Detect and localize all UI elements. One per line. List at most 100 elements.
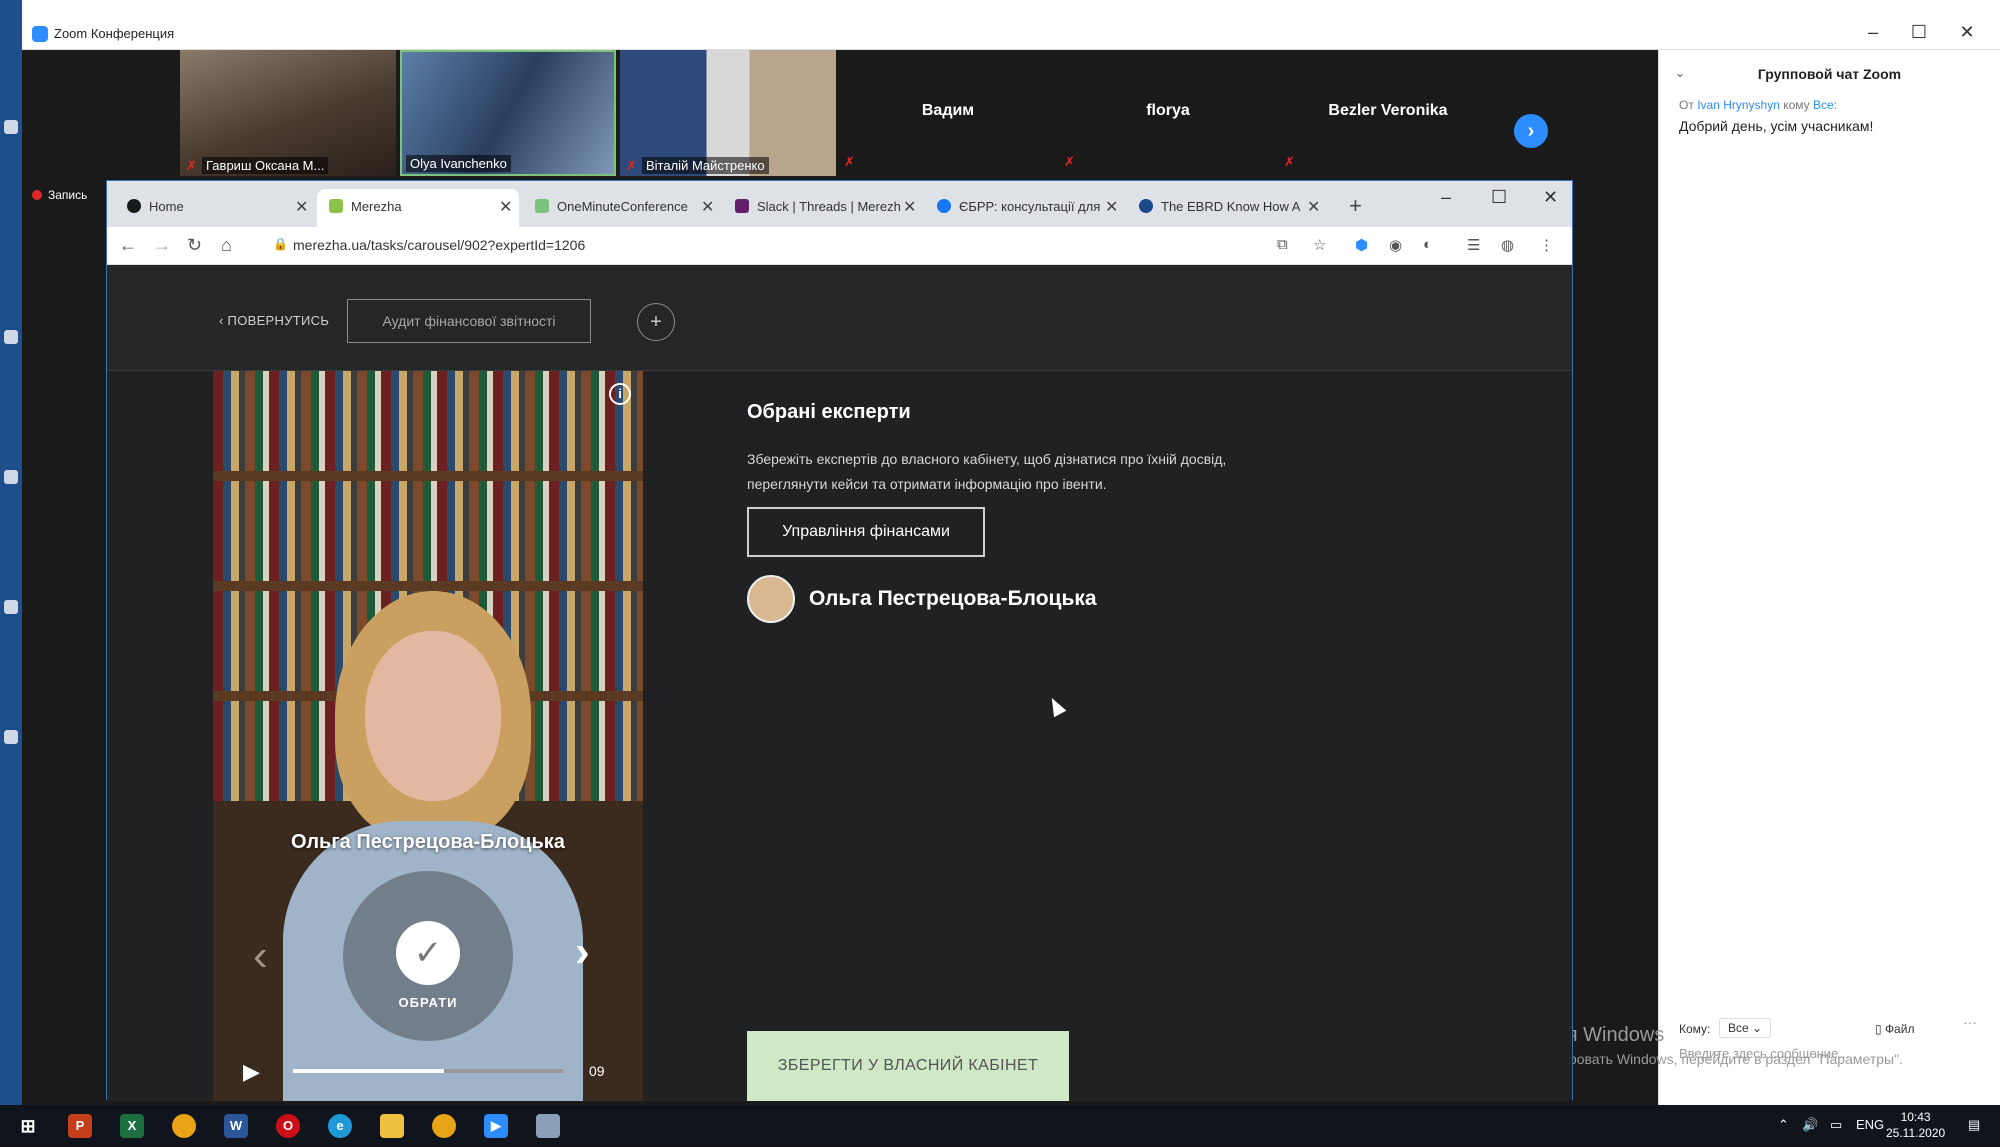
participant-tile[interactable]: ✗ Гавриш Оксана М...	[180, 50, 396, 176]
windows-start-icon[interactable]: ⊞	[16, 1114, 40, 1138]
network-icon[interactable]: ▭	[1830, 1117, 1842, 1133]
expert-name: Ольга Пестрецова-Блоцька	[291, 831, 565, 853]
back-label: ПОВЕРНУТИСЬ	[227, 313, 330, 328]
desktop-background	[0, 0, 22, 1105]
tab-home[interactable]: Home	[115, 189, 313, 227]
excel-icon[interactable]: X	[120, 1114, 144, 1138]
menu-kebab-icon[interactable]: ⋮	[1539, 236, 1554, 254]
video-progress-bar[interactable]	[293, 1069, 563, 1073]
reading-list-icon[interactable]: ☰	[1467, 236, 1480, 254]
chevron-right-icon[interactable]: ›	[575, 927, 590, 977]
chat-message-meta: От Ivan Hrynyshyn кому Все:	[1679, 98, 1837, 112]
merezha-icon	[329, 199, 343, 213]
file-explorer-icon[interactable]	[380, 1114, 404, 1138]
participant-tile-active[interactable]: Olya Ivanchenko	[400, 50, 616, 176]
tab-ebrd-know-how[interactable]: The EBRD Know How A	[1127, 189, 1305, 227]
from-user[interactable]: Ivan Hrynyshyn	[1697, 98, 1780, 112]
extension-icon[interactable]: ◐	[1423, 236, 1432, 253]
tab-slack[interactable]: Slack | Threads | Merezh	[723, 189, 901, 227]
slack-icon	[735, 199, 749, 213]
participant-name: Bezler Veronika	[1328, 102, 1448, 119]
opera-icon[interactable]: O	[276, 1114, 300, 1138]
participant-tile[interactable]: Вадим ✗	[840, 50, 1056, 176]
checkmark-icon[interactable]: ✓	[396, 921, 460, 985]
bookmark-star-icon[interactable]: ☆	[1313, 236, 1326, 254]
muted-mic-icon: ✗	[626, 158, 637, 173]
muted-mic-icon: ✗	[1064, 154, 1075, 169]
powerpoint-icon[interactable]: P	[68, 1114, 92, 1138]
chrome-icon[interactable]	[432, 1114, 456, 1138]
edge-icon[interactable]: e	[328, 1114, 352, 1138]
close-tab-icon[interactable]: ✕	[295, 197, 308, 217]
language-indicator[interactable]: ENG	[1856, 1117, 1884, 1132]
from-prefix: От	[1679, 98, 1694, 112]
info-icon	[127, 199, 141, 213]
play-icon[interactable]: ▶	[243, 1059, 260, 1085]
recording-label: Запись	[48, 188, 88, 202]
participant-tile[interactable]: Bezler Veronika ✗	[1280, 50, 1496, 176]
tab-oneminuteconference[interactable]: OneMinuteConference	[523, 189, 695, 227]
tab-label: ЄБРР: консультації для	[959, 199, 1101, 214]
maximize-icon[interactable]: ☐	[1904, 22, 1934, 43]
shelf	[213, 581, 643, 591]
word-icon[interactable]: W	[224, 1114, 248, 1138]
extension-icon[interactable]: ◉	[1389, 236, 1402, 254]
reload-icon[interactable]: ↻	[187, 235, 202, 256]
participant-gallery: ✗ Гавриш Оксана М... Olya Ivanchenko ✗ В…	[22, 50, 1658, 178]
choose-label[interactable]: ОБРАТИ	[213, 995, 643, 1010]
minimize-icon[interactable]: –	[1858, 22, 1888, 43]
url-field[interactable]: merezha.ua/tasks/carousel/902?expertId=1…	[293, 237, 585, 253]
close-tab-icon[interactable]: ✕	[903, 197, 916, 217]
video-progress-fill	[293, 1069, 445, 1073]
browser-window: Home ✕ Merezha ✕ OneMinuteConference ✕ S…	[106, 180, 1573, 1101]
minimize-icon[interactable]: –	[1441, 187, 1451, 208]
home-icon[interactable]: ⌂	[221, 235, 232, 256]
profile-icon[interactable]: ◍	[1501, 236, 1514, 254]
app-icon[interactable]	[536, 1114, 560, 1138]
new-tab-button[interactable]: +	[1349, 193, 1362, 219]
desktop-icon[interactable]	[4, 600, 18, 614]
lock-icon[interactable]: 🔒	[273, 237, 288, 251]
info-icon[interactable]: i	[609, 383, 631, 405]
notifications-icon[interactable]: ▤	[1968, 1117, 1980, 1133]
tab-ebrd-facebook[interactable]: ЄБРР: консультації для	[925, 189, 1103, 227]
clock[interactable]: 10:43 25.11.2020	[1886, 1109, 1945, 1141]
participant-tile[interactable]: florya ✗	[1060, 50, 1276, 176]
add-icon[interactable]: +	[637, 303, 675, 341]
chevron-up-icon[interactable]: ⌃	[1778, 1117, 1789, 1133]
close-tab-icon[interactable]: ✕	[499, 197, 512, 217]
category-button[interactable]: Аудит фінансової звітності	[347, 299, 591, 343]
close-icon[interactable]: ✕	[1543, 187, 1558, 208]
next-page-button[interactable]: ›	[1514, 114, 1548, 148]
desktop-icon[interactable]	[4, 470, 18, 484]
desktop-icon[interactable]	[4, 330, 18, 344]
tab-merezha[interactable]: Merezha	[317, 189, 519, 227]
back-link[interactable]: ‹ ПОВЕРНУТИСЬ	[219, 313, 329, 328]
back-arrow-icon[interactable]: ←	[119, 235, 137, 256]
topic-button[interactable]: Управління фінансами	[747, 507, 985, 557]
maximize-icon[interactable]: ☐	[1491, 187, 1507, 208]
save-to-cabinet-button[interactable]: ЗБЕРЕГТИ У ВЛАСНИЙ КАБІНЕТ	[747, 1031, 1069, 1101]
to-prefix: кому	[1783, 98, 1810, 112]
desktop-icon[interactable]	[4, 730, 18, 744]
translate-icon[interactable]: ⧉	[1277, 236, 1288, 253]
chevron-left-icon[interactable]: ‹	[253, 931, 268, 981]
mouse-cursor-icon	[1045, 694, 1067, 718]
chrome-icon[interactable]	[172, 1114, 196, 1138]
forward-arrow-icon[interactable]: →	[153, 235, 171, 256]
close-tab-icon[interactable]: ✕	[701, 197, 714, 217]
zoom-app-icon[interactable]: ▶	[484, 1114, 508, 1138]
participant-name: florya	[1146, 102, 1190, 119]
chat-title: Групповой чат Zoom	[1757, 66, 1902, 82]
close-tab-icon[interactable]: ✕	[1105, 197, 1118, 217]
muted-mic-icon: ✗	[1284, 154, 1295, 169]
avatar	[747, 575, 795, 623]
extension-icon[interactable]: ⬢	[1355, 236, 1368, 254]
volume-icon[interactable]: 🔊	[1802, 1117, 1818, 1133]
participant-tile[interactable]: ✗ Віталій Майстренко	[620, 50, 836, 176]
more-options-button[interactable]: ···	[1963, 1014, 1977, 1030]
page-icon	[535, 199, 549, 213]
close-icon[interactable]: ✕	[1952, 22, 1982, 43]
close-tab-icon[interactable]: ✕	[1307, 197, 1320, 217]
desktop-icon[interactable]	[4, 120, 18, 134]
